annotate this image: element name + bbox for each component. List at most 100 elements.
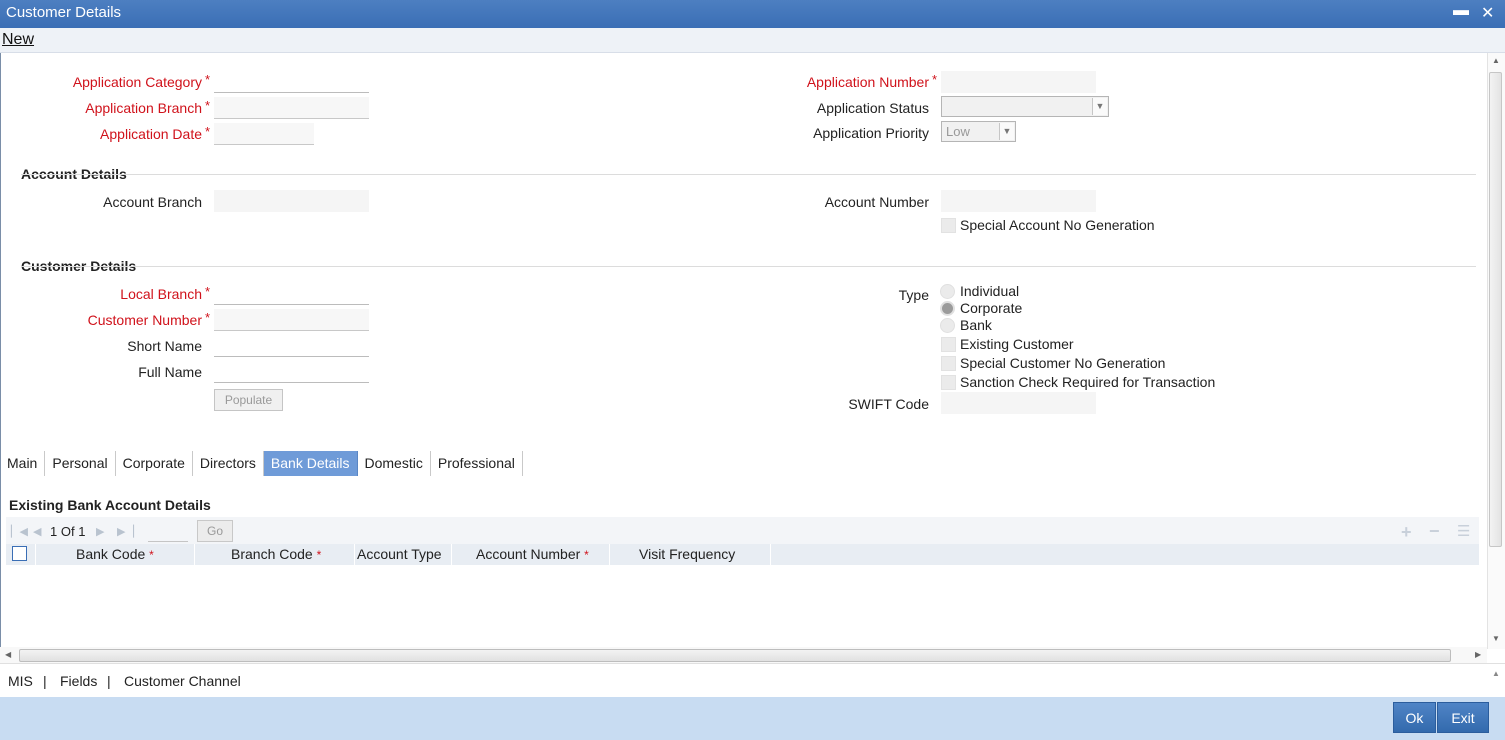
tab-bank-details[interactable]: Bank Details	[263, 451, 358, 476]
type-bank-radio[interactable]	[940, 318, 955, 333]
single-view-icon[interactable]: ☰	[1457, 522, 1470, 540]
tab-directors[interactable]: Directors	[193, 451, 264, 476]
type-corporate-label: Corporate	[960, 300, 1023, 316]
short-name-input[interactable]	[214, 335, 369, 357]
tab-professional[interactable]: Professional	[431, 451, 523, 476]
minimize-icon[interactable]: ▬	[1453, 2, 1469, 20]
tab-personal[interactable]: Personal	[45, 451, 116, 476]
page-number-input[interactable]	[148, 522, 188, 542]
application-number-input[interactable]	[941, 71, 1096, 93]
column-header[interactable]: Bank Code *	[76, 546, 154, 562]
pager-of: Of	[60, 524, 75, 539]
exit-button[interactable]: Exit	[1437, 702, 1489, 733]
account-branch-label: Account Branch	[103, 194, 202, 210]
existing-customer-label: Existing Customer	[960, 336, 1074, 352]
mis-link[interactable]: MIS	[8, 673, 33, 689]
customer-channel-link[interactable]: Customer Channel	[124, 673, 241, 689]
application-status-label: Application Status	[816, 100, 929, 116]
special-customer-no-checkbox[interactable]	[941, 356, 956, 371]
fields-link[interactable]: Fields	[60, 673, 97, 689]
required-marker: *	[584, 548, 589, 562]
go-button[interactable]: Go	[197, 520, 233, 542]
new-link[interactable]: New	[2, 31, 34, 49]
local-branch-input[interactable]	[214, 283, 369, 305]
required-marker: *	[205, 310, 211, 325]
next-page-icon[interactable]: ▶	[96, 525, 104, 538]
application-status-select[interactable]: ▼	[941, 96, 1109, 117]
type-bank-label: Bank	[960, 317, 992, 333]
tab-main[interactable]: Main	[0, 451, 46, 476]
column-divider	[194, 544, 195, 565]
swift-code-label: SWIFT Code	[848, 396, 929, 412]
application-branch-input[interactable]	[214, 97, 369, 119]
customer-number-label: Customer Number	[87, 312, 202, 328]
sanction-check-checkbox[interactable]	[941, 375, 956, 390]
resize-handle-icon[interactable]: ▲	[1492, 669, 1500, 678]
select-all-checkbox[interactable]	[12, 546, 27, 561]
footer-button-bar	[0, 697, 1505, 740]
section-divider	[21, 174, 1476, 175]
previous-page-icon[interactable]: ◀	[33, 525, 41, 538]
required-marker: *	[205, 284, 211, 299]
application-date-label: Application Date	[100, 126, 202, 142]
column-visit-frequency[interactable]: Visit Frequency	[639, 546, 735, 562]
scroll-right-icon[interactable]: ▶	[1475, 650, 1481, 659]
chevron-down-icon: ▼	[999, 123, 1014, 140]
column-divider	[354, 544, 355, 565]
ok-button[interactable]: Ok	[1393, 702, 1436, 733]
action-bar: New	[0, 28, 1505, 53]
existing-customer-checkbox[interactable]	[941, 337, 956, 352]
scroll-left-icon[interactable]: ◀	[5, 650, 11, 659]
type-individual-label: Individual	[960, 283, 1020, 299]
section-divider	[21, 266, 1476, 267]
footer-separator: |	[43, 673, 47, 689]
horizontal-scroll-thumb[interactable]	[19, 649, 1451, 662]
application-branch-label: Application Branch	[85, 100, 202, 116]
required-marker: *	[205, 124, 211, 139]
type-label: Type	[898, 287, 929, 303]
local-branch-label: Local Branch	[120, 286, 202, 302]
application-category-label: Application Category	[72, 74, 202, 90]
column-divider	[35, 544, 36, 565]
required-marker: *	[205, 72, 211, 87]
window-title: Customer Details	[6, 4, 122, 21]
column-header[interactable]: Account Number *	[476, 546, 589, 562]
application-date-input[interactable]	[214, 123, 314, 145]
chevron-down-icon: ▼	[1092, 98, 1107, 115]
application-category-input[interactable]	[214, 71, 369, 93]
column-account-type[interactable]: Account Type	[357, 546, 442, 562]
scroll-up-icon[interactable]: ▲	[1492, 56, 1500, 65]
swift-code-input[interactable]	[941, 392, 1096, 414]
special-account-no-label: Special Account No Generation	[960, 217, 1155, 233]
account-number-input[interactable]	[941, 190, 1096, 212]
last-page-icon[interactable]: ▶▕	[117, 525, 134, 538]
grid-header	[6, 544, 1479, 565]
account-branch-input[interactable]	[214, 190, 369, 212]
customer-number-input[interactable]	[214, 309, 369, 331]
scroll-down-icon[interactable]: ▼	[1492, 634, 1500, 643]
tab-domestic[interactable]: Domestic	[358, 451, 431, 476]
special-account-no-checkbox[interactable]	[941, 218, 956, 233]
column-header[interactable]: Branch Code *	[231, 546, 321, 562]
special-customer-no-label: Special Customer No Generation	[960, 355, 1166, 371]
pager-current: 1	[50, 524, 58, 539]
vertical-scroll-thumb[interactable]	[1489, 72, 1502, 547]
detail-tabs: Main Personal Corporate Directors Bank D…	[0, 451, 523, 476]
first-page-icon[interactable]: ▏◀	[11, 525, 28, 538]
delete-row-icon[interactable]: −	[1429, 521, 1440, 542]
add-row-icon[interactable]: +	[1401, 522, 1412, 543]
application-number-label: Application Number	[806, 74, 929, 90]
column-divider	[451, 544, 452, 565]
type-individual-radio[interactable]	[940, 284, 955, 299]
column-divider	[609, 544, 610, 565]
populate-button[interactable]: Populate	[214, 389, 283, 411]
column-account-number: Account Number	[476, 546, 581, 562]
title-bar: Customer Details ▬ ✕	[0, 0, 1505, 28]
close-icon[interactable]: ✕	[1481, 3, 1494, 23]
full-name-input[interactable]	[214, 361, 369, 383]
sanction-check-label: Sanction Check Required for Transaction	[960, 374, 1216, 390]
tab-corporate[interactable]: Corporate	[116, 451, 193, 476]
type-corporate-radio[interactable]	[940, 301, 955, 316]
application-priority-select[interactable]: Low ▼	[941, 121, 1016, 142]
column-branch-code: Branch Code	[231, 546, 313, 562]
